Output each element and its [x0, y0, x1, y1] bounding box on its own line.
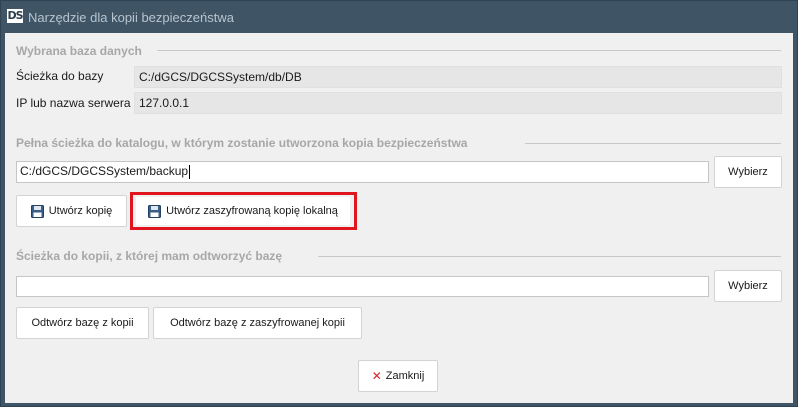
create-backup-label: Utwórz kopię [48, 205, 113, 217]
database-path-field: C:/dGCS/DGCSSystem/db/DB [134, 66, 782, 88]
dialog-body: Wybrana baza danych Ścieżka do bazy C:/d… [5, 33, 793, 403]
restore-from-backup-button[interactable]: Odtwórz bazę z kopii [16, 307, 149, 339]
restore-from-backup-label: Odtwórz bazę z kopii [31, 317, 134, 329]
restore-browse-button[interactable]: Wybierz [714, 270, 782, 302]
create-encrypted-backup-label: Utwórz zaszyfrowaną kopię lokalną [166, 205, 338, 217]
database-path-label: Ścieżka do bazy [16, 69, 104, 83]
restore-from-encrypted-button[interactable]: Odtwórz bazę z zaszyfrowanej kopii [153, 307, 362, 339]
server-field: 127.0.0.1 [134, 92, 782, 114]
create-backup-button[interactable]: Utwórz kopię [16, 195, 127, 227]
restore-path-input[interactable] [16, 276, 709, 297]
restore-from-encrypted-label: Odtwórz bazę z zaszyfrowanej kopii [170, 317, 345, 329]
backup-browse-label: Wybierz [728, 166, 768, 178]
backup-tool-window: DS Narzędzie dla kopii bezpieczeństwa Wy… [0, 0, 798, 407]
group-divider [157, 50, 781, 51]
close-button[interactable]: ✕ Zamknij [358, 360, 438, 392]
group-divider [318, 256, 781, 257]
backup-path-input[interactable]: C:/dGCS/DGCSSystem/backup [16, 161, 709, 183]
floppy-disk-icon [148, 204, 162, 218]
app-logo: DS [7, 9, 24, 23]
x-icon: ✕ [371, 369, 382, 383]
window-title: Narzędzie dla kopii bezpieczeństwa [28, 10, 234, 25]
restore-browse-label: Wybierz [728, 280, 768, 292]
backup-browse-button[interactable]: Wybierz [714, 156, 782, 188]
title-bar[interactable]: DS Narzędzie dla kopii bezpieczeństwa [1, 1, 797, 33]
group-divider [525, 143, 781, 144]
database-group-title: Wybrana baza danych [16, 44, 148, 58]
backup-path-value: C:/dGCS/DGCSSystem/backup [20, 164, 189, 178]
create-encrypted-backup-button[interactable]: Utwórz zaszyfrowaną kopię lokalną [136, 197, 350, 225]
text-caret [189, 164, 191, 179]
floppy-disk-icon [30, 204, 44, 218]
close-label: Zamknij [385, 370, 425, 382]
server-label: IP lub nazwa serwera [16, 96, 131, 110]
restore-group-title: Ścieżka do kopii, z której mam odtworzyć… [16, 249, 289, 263]
backup-group-title: Pełna ścieżka do katalogu, w którym zost… [16, 136, 474, 150]
